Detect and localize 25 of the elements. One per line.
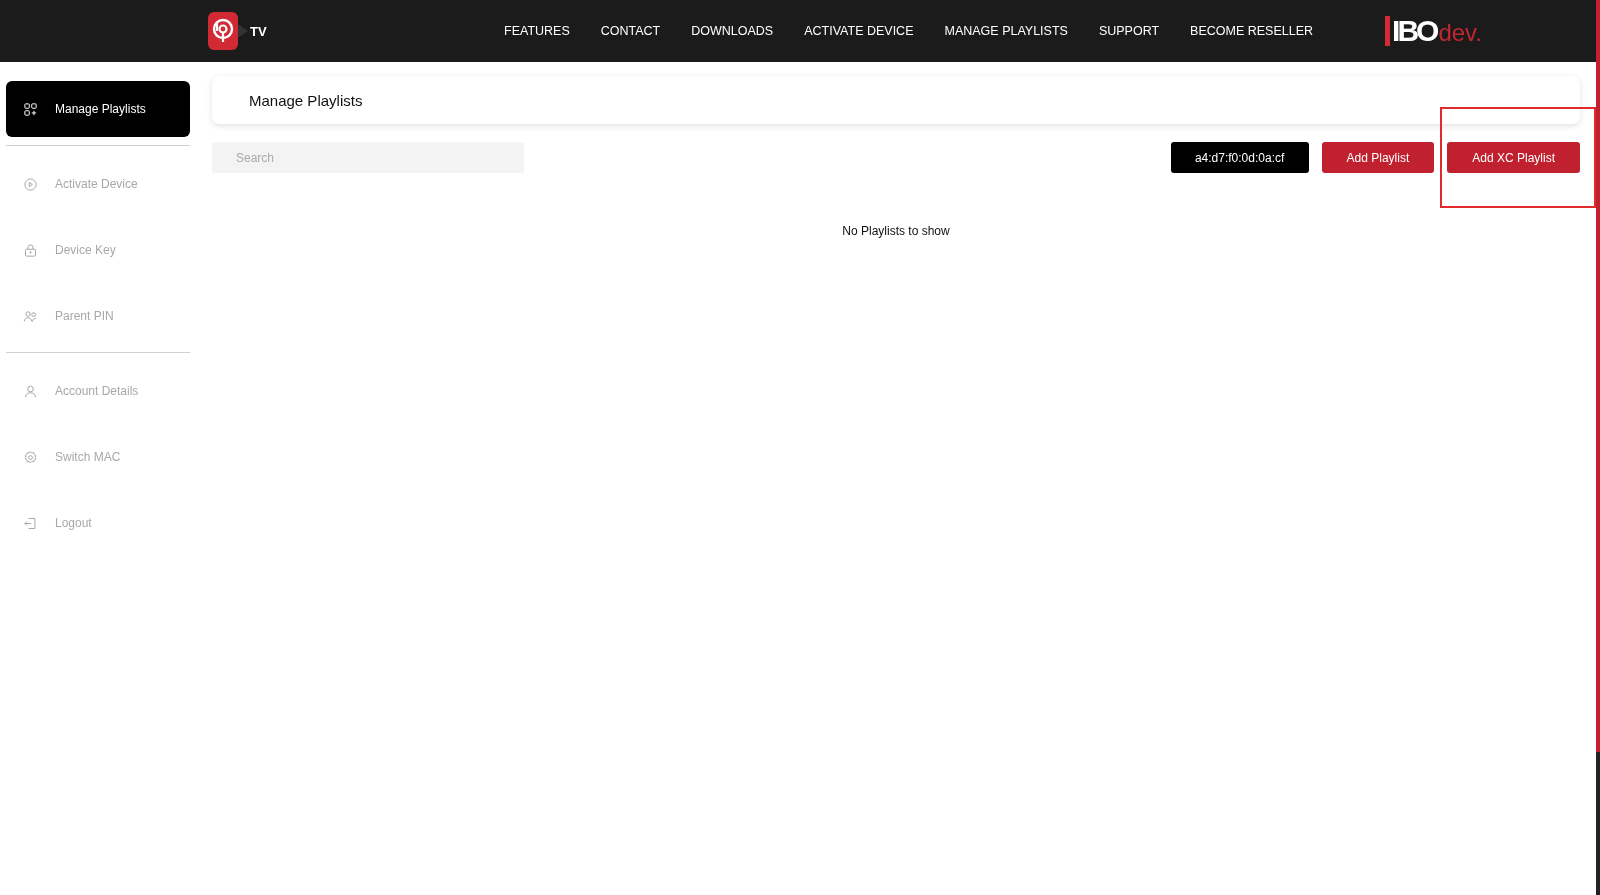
nav-link[interactable]: MANAGE PLAYLISTS bbox=[944, 24, 1068, 38]
nav-link[interactable]: CONTACT bbox=[600, 24, 661, 38]
add-playlist-button[interactable]: Add Playlist bbox=[1321, 142, 1435, 173]
nav-link[interactable]: BECOME RESELLER bbox=[1190, 24, 1314, 38]
nav-link[interactable]: FEATURES bbox=[504, 24, 570, 38]
nav-link[interactable]: DOWNLOADS bbox=[691, 24, 774, 38]
logout-icon bbox=[23, 515, 38, 531]
lock-icon bbox=[23, 242, 38, 258]
sidebar-item[interactable]: Manage Playlists bbox=[6, 81, 190, 137]
search-field[interactable]: Search bbox=[212, 142, 524, 173]
users-icon bbox=[23, 308, 38, 324]
page-title: Manage Playlists bbox=[249, 91, 363, 109]
nav-link[interactable]: ACTIVATE DEVICE bbox=[804, 24, 914, 38]
mac-address-badge: a4:d7:f0:0d:0a:cf bbox=[1170, 142, 1309, 173]
user-icon bbox=[23, 383, 38, 399]
brand-logo-text: IBO bbox=[1385, 16, 1437, 46]
nav-link[interactable]: SUPPORT bbox=[1098, 24, 1160, 38]
settings-icon bbox=[23, 449, 38, 465]
grid-icon bbox=[23, 101, 38, 117]
empty-message: No Playlists to show bbox=[842, 224, 950, 238]
play-icon bbox=[23, 176, 38, 192]
logo-icon bbox=[208, 10, 248, 52]
add-playlist-button[interactable]: Add XC Playlist bbox=[1447, 142, 1580, 173]
logo-text: TV bbox=[250, 23, 267, 39]
brand-suffix-text: dev. bbox=[1438, 20, 1482, 46]
